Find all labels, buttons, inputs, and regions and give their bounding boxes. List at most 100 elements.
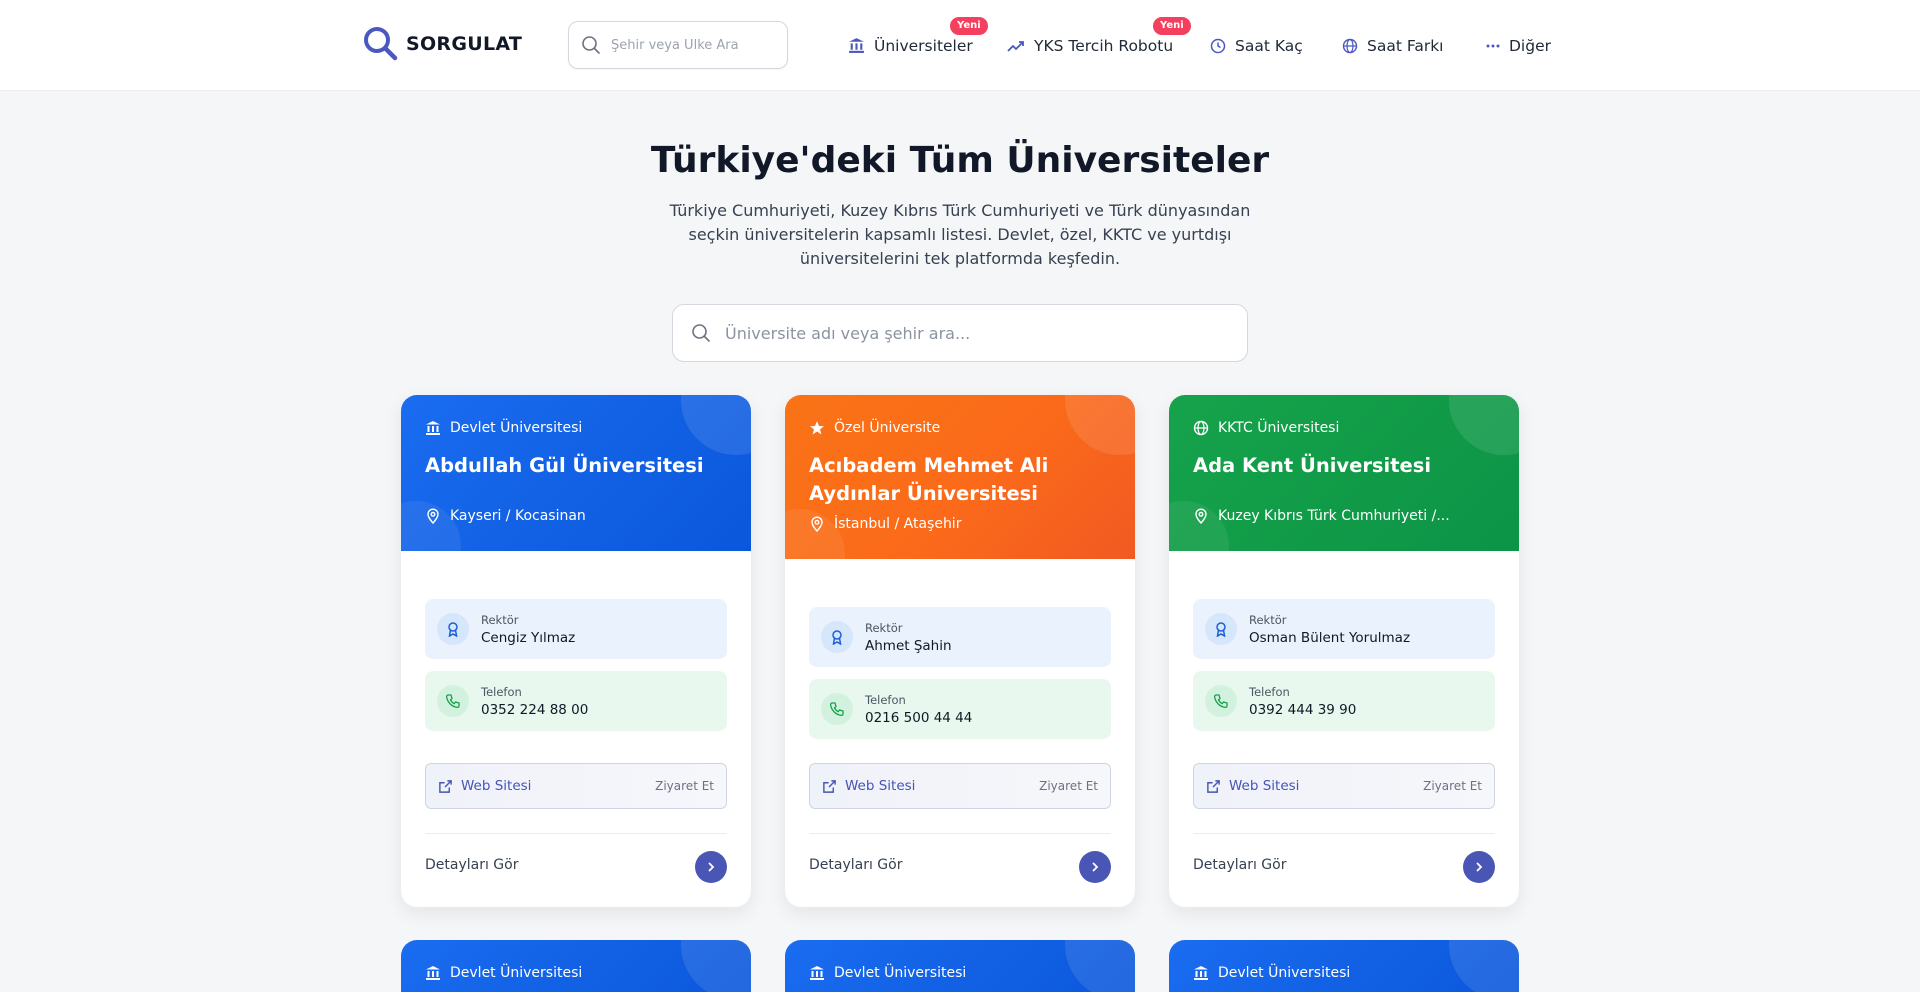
university-card-partial[interactable]: Devlet Üniversitesi bbox=[1169, 940, 1519, 992]
rector-label: Rektör bbox=[1249, 612, 1287, 627]
university-card-partial[interactable]: Devlet Üniversitesi bbox=[785, 940, 1135, 992]
phone-icon bbox=[1205, 685, 1237, 717]
rector-label: Rektör bbox=[481, 612, 519, 627]
university-type-label: Devlet Üniversitesi bbox=[834, 965, 967, 981]
card-divider bbox=[1193, 833, 1495, 834]
university-card-partial[interactable]: Devlet Üniversitesi bbox=[401, 940, 751, 992]
phone-info: Telefon 0392 444 39 90 bbox=[1193, 671, 1495, 731]
new-badge: Yeni bbox=[950, 17, 988, 35]
page-description: Türkiye Cumhuriyeti, Kuzey Kıbrıs Türk C… bbox=[669, 201, 1251, 268]
bank-icon bbox=[426, 421, 440, 435]
university-location: Kayseri / Kocasinan bbox=[425, 508, 586, 524]
details-arrow-button[interactable] bbox=[1463, 851, 1495, 883]
university-type-label: Devlet Üniversitesi bbox=[1218, 965, 1351, 981]
bank-icon bbox=[426, 966, 440, 980]
star-icon bbox=[810, 421, 824, 435]
bank-icon bbox=[1194, 966, 1208, 980]
website-label: Web Sitesi bbox=[1229, 778, 1300, 794]
bank-icon bbox=[849, 38, 864, 53]
card-divider bbox=[425, 833, 727, 834]
trending-up-icon bbox=[1007, 40, 1024, 52]
details-arrow-button[interactable] bbox=[1079, 851, 1111, 883]
rector-name: Cengiz Yılmaz bbox=[481, 629, 576, 646]
website-label: Web Sitesi bbox=[845, 778, 916, 794]
website-label: Web Sitesi bbox=[461, 778, 532, 794]
logo-text: SORGULAT bbox=[406, 33, 523, 55]
nav-yks-robot[interactable]: YKS Tercih Robotu Yeni bbox=[1007, 0, 1191, 91]
website-button[interactable]: Web Sitesi Ziyaret Et bbox=[425, 763, 727, 809]
university-type-label: Devlet Üniversitesi bbox=[450, 965, 583, 981]
university-location: İstanbul / Ataşehir bbox=[809, 516, 961, 532]
website-button[interactable]: Web Sitesi Ziyaret Et bbox=[809, 763, 1111, 809]
magnifier-logo-icon bbox=[364, 27, 398, 61]
visit-label: Ziyaret Et bbox=[655, 779, 714, 793]
university-type-label: Özel Üniversite bbox=[834, 420, 941, 436]
card-header: Özel Üniversite Acıbadem Mehmet Ali Aydı… bbox=[785, 395, 1135, 559]
site-logo[interactable]: SORGULAT bbox=[362, 25, 522, 63]
search-icon bbox=[692, 324, 710, 342]
details-link[interactable]: Detayları Gör bbox=[1193, 857, 1286, 873]
nav-yks-robot-label: YKS Tercih Robotu bbox=[1034, 36, 1174, 55]
award-icon bbox=[821, 621, 853, 653]
details-arrow-button[interactable] bbox=[695, 851, 727, 883]
location-label: Kuzey Kıbrıs Türk Cumhuriyeti /... bbox=[1218, 508, 1450, 524]
phone-label: Telefon bbox=[481, 684, 522, 699]
nav-what-time-label: Saat Kaç bbox=[1235, 36, 1303, 55]
university-location: Kuzey Kıbrıs Türk Cumhuriyeti /... bbox=[1193, 508, 1450, 524]
page-title: Türkiye'deki Tüm Üniversiteler bbox=[650, 140, 1270, 181]
external-link-icon bbox=[823, 779, 836, 793]
university-type-label: KKTC Üniversitesi bbox=[1218, 420, 1340, 436]
map-pin-icon bbox=[427, 508, 439, 524]
details-link[interactable]: Detayları Gör bbox=[809, 857, 902, 873]
chevron-right-icon bbox=[708, 862, 715, 872]
external-link-icon bbox=[439, 779, 452, 793]
bank-icon bbox=[810, 966, 824, 980]
phone-number: 0216 500 44 44 bbox=[865, 709, 973, 726]
location-label: İstanbul / Ataşehir bbox=[834, 516, 962, 532]
top-header: SORGULAT Üniversiteler Yeni YKS Tercih R… bbox=[0, 0, 1920, 91]
chevron-right-icon bbox=[1476, 862, 1483, 872]
university-search-box[interactable] bbox=[672, 304, 1248, 362]
visit-label: Ziyaret Et bbox=[1423, 779, 1482, 793]
phone-icon bbox=[437, 685, 469, 717]
university-card[interactable]: Özel Üniversite Acıbadem Mehmet Ali Aydı… bbox=[785, 395, 1135, 907]
globe-icon bbox=[1193, 420, 1209, 436]
location-search-box[interactable] bbox=[568, 21, 788, 69]
rector-name: Osman Bülent Yorulmaz bbox=[1249, 629, 1411, 646]
university-name: Acıbadem Mehmet Ali Aydınlar Üniversites… bbox=[809, 454, 1049, 505]
rector-name: Ahmet Şahin bbox=[865, 637, 952, 654]
university-type: KKTC Üniversitesi bbox=[1193, 420, 1339, 436]
university-card[interactable]: Devlet Üniversitesi Abdullah Gül Ünivers… bbox=[401, 395, 751, 907]
phone-label: Telefon bbox=[1249, 684, 1290, 699]
award-icon bbox=[1205, 613, 1237, 645]
nav-what-time[interactable]: Saat Kaç bbox=[1210, 0, 1303, 91]
location-search-input[interactable] bbox=[611, 37, 771, 53]
nav-universities[interactable]: Üniversiteler Yeni bbox=[848, 0, 988, 91]
university-type: Devlet Üniversitesi bbox=[1193, 965, 1350, 981]
external-link-icon bbox=[1207, 779, 1220, 793]
university-type: Devlet Üniversitesi bbox=[425, 420, 582, 436]
phone-label: Telefon bbox=[865, 692, 906, 707]
nav-time-difference-label: Saat Farkı bbox=[1367, 36, 1444, 55]
nav-other[interactable]: Diğer bbox=[1486, 0, 1551, 91]
nav-universities-label: Üniversiteler bbox=[874, 36, 973, 55]
university-search-input[interactable] bbox=[725, 323, 1225, 343]
visit-label: Ziyaret Et bbox=[1039, 779, 1098, 793]
website-button[interactable]: Web Sitesi Ziyaret Et bbox=[1193, 763, 1495, 809]
details-link[interactable]: Detayları Gör bbox=[425, 857, 518, 873]
nav-other-label: Diğer bbox=[1509, 36, 1551, 55]
globe-icon bbox=[1342, 38, 1358, 53]
phone-info: Telefon 0352 224 88 00 bbox=[425, 671, 727, 731]
university-type: Devlet Üniversitesi bbox=[425, 965, 582, 981]
phone-number: 0392 444 39 90 bbox=[1249, 701, 1357, 718]
university-card[interactable]: KKTC Üniversitesi Ada Kent Üniversitesi … bbox=[1169, 395, 1519, 907]
card-divider bbox=[809, 833, 1111, 834]
university-name: Abdullah Gül Üniversitesi bbox=[425, 454, 704, 477]
nav-time-difference[interactable]: Saat Farkı bbox=[1342, 0, 1444, 91]
search-icon bbox=[582, 36, 600, 54]
new-badge: Yeni bbox=[1153, 17, 1191, 35]
award-icon bbox=[437, 613, 469, 645]
more-dots-icon bbox=[1486, 44, 1500, 47]
rector-info: Rektör Osman Bülent Yorulmaz bbox=[1193, 599, 1495, 659]
card-header: KKTC Üniversitesi Ada Kent Üniversitesi … bbox=[1169, 395, 1519, 551]
